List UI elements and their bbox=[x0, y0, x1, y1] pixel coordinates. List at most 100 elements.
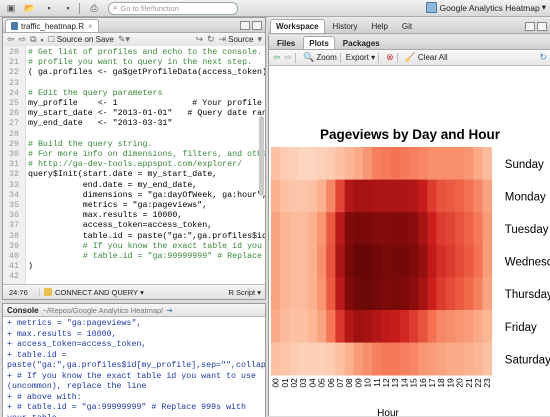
heatmap-cell bbox=[381, 212, 391, 246]
chevron-down-icon[interactable]: ▾ bbox=[257, 34, 262, 45]
heatmap-cell bbox=[372, 342, 382, 376]
wand-icon[interactable]: ✎▾ bbox=[118, 34, 130, 45]
tab-traffic-heatmap[interactable]: traffic_heatmap.R × bbox=[5, 19, 99, 32]
minimize-pane-button[interactable] bbox=[240, 21, 250, 30]
code-line[interactable]: 36 max.results = 10000, bbox=[3, 211, 265, 221]
code-text: metrics = "ga:pageviews", bbox=[28, 201, 208, 210]
tab-plots[interactable]: Plots bbox=[303, 36, 335, 49]
file-type-selector[interactable]: R Script ▾ bbox=[228, 288, 261, 297]
back-arrow-icon[interactable]: ⇦ bbox=[7, 34, 15, 45]
heatmap-cell bbox=[427, 147, 437, 180]
tab-workspace[interactable]: Workspace bbox=[270, 19, 325, 33]
code-line[interactable]: 23 bbox=[3, 79, 265, 89]
open-file-icon[interactable]: 📂 bbox=[22, 2, 38, 14]
refresh-icon[interactable]: ↻ bbox=[539, 52, 547, 63]
close-icon[interactable]: × bbox=[88, 22, 93, 31]
heatmap-cell bbox=[307, 147, 318, 180]
run-lines-icon[interactable]: ↪ bbox=[195, 34, 203, 45]
project-menu[interactable]: Google Analytics Heatmap ▾ bbox=[425, 2, 546, 13]
code-line[interactable]: 32 query$Init(start.date = my_start_date, bbox=[3, 170, 265, 180]
print-icon[interactable]: ⎙ bbox=[86, 2, 102, 14]
editor-scrollbar[interactable] bbox=[259, 116, 264, 196]
tab-files[interactable]: Files bbox=[271, 36, 301, 49]
column-label: 23 bbox=[482, 378, 492, 388]
code-line[interactable]: 28 bbox=[3, 130, 265, 140]
code-line[interactable]: 34 dimensions = "ga:dayOfWeek, ga:hour", bbox=[3, 191, 265, 201]
heatmap-cell bbox=[344, 310, 355, 343]
heatmap-cell bbox=[409, 277, 419, 311]
source-on-save-checkbox[interactable]: ☐ bbox=[48, 35, 55, 44]
console-pane: Console ~/Repos/Google Analytics Heatmap… bbox=[2, 303, 266, 417]
code-line[interactable]: 38 table.id = paste("ga:",ga.profiles$id… bbox=[3, 232, 265, 242]
heatmap-cell bbox=[445, 342, 456, 376]
go-to-directory-icon[interactable]: ➜ bbox=[166, 306, 173, 315]
code-line[interactable]: 29 # Build the query string. bbox=[3, 140, 265, 150]
save-icon[interactable]: ▪ bbox=[41, 35, 44, 45]
code-line[interactable]: 41) bbox=[3, 262, 265, 272]
source-editor-pane: traffic_heatmap.R × ⇦ ⇨ ⧉ ▪ ☐ Source on … bbox=[2, 17, 266, 300]
toolbar-divider bbox=[295, 52, 297, 63]
tab-help[interactable]: Help bbox=[365, 19, 393, 33]
heatmap-cell bbox=[298, 310, 309, 343]
tab-history[interactable]: History bbox=[327, 19, 364, 33]
heatmap-cell bbox=[326, 179, 336, 213]
code-line[interactable]: 39 # If you know the exact table id you … bbox=[3, 242, 265, 252]
heatmap-cell bbox=[445, 147, 456, 180]
tab-packages[interactable]: Packages bbox=[337, 36, 386, 49]
heatmap-cell bbox=[307, 342, 318, 376]
zoom-icon[interactable]: 🔍 bbox=[303, 52, 314, 63]
heatmap-cell bbox=[307, 212, 318, 246]
tab-git[interactable]: Git bbox=[396, 19, 418, 33]
clear-all-button[interactable]: Clear All bbox=[418, 53, 448, 62]
export-menu[interactable]: Export ▾ bbox=[346, 53, 375, 62]
heatmap-cell bbox=[363, 244, 373, 278]
code-line[interactable]: 30 # For more info on dimensions, filters… bbox=[3, 150, 265, 160]
maximize-pane-button[interactable] bbox=[537, 22, 547, 31]
code-line[interactable]: 31 # http://ga-dev-tools.appspot.com/expl… bbox=[3, 160, 265, 170]
heatmap-plot: Pageviews by Day and Hour Sunday Monday Tu… bbox=[271, 127, 550, 416]
console-output[interactable]: + metrics = "ga:pageviews", + max.result… bbox=[3, 317, 265, 417]
heatmap-cell bbox=[436, 212, 447, 246]
editor-statusbar: 24:76 CONNECT AND QUERY ▾ R Script ▾ bbox=[3, 284, 265, 299]
heatmap-cell bbox=[390, 310, 401, 343]
show-in-window-icon[interactable]: ⧉ bbox=[30, 34, 36, 45]
previous-plot-icon[interactable]: ⇦ bbox=[273, 52, 281, 63]
minimize-pane-button[interactable] bbox=[525, 22, 535, 31]
remove-plot-icon[interactable]: ⊗ bbox=[386, 52, 394, 63]
code-line[interactable]: 40 # table.id = "ga:99999999" # Replace … bbox=[3, 252, 265, 262]
forward-arrow-icon[interactable]: ⇨ bbox=[19, 34, 27, 45]
code-line[interactable]: 21 # profile you want to query in the nex… bbox=[3, 58, 265, 68]
zoom-button[interactable]: Zoom bbox=[316, 53, 336, 62]
source-button[interactable]: Source bbox=[228, 35, 253, 44]
code-line[interactable]: 25 my_profile <- 1 # Your profile number … bbox=[3, 99, 265, 109]
new-file-icon[interactable]: ▣ bbox=[3, 2, 19, 14]
heatmap-cell bbox=[473, 179, 483, 213]
function-navigator[interactable]: CONNECT AND QUERY ▾ bbox=[39, 287, 144, 297]
code-line[interactable]: 37 access_token=access_token, bbox=[3, 221, 265, 231]
source-icon[interactable]: ⇥ bbox=[219, 34, 227, 45]
code-line[interactable]: 26 my_start_date <- "2013-01-01" # Query … bbox=[3, 109, 265, 119]
heatmap-cell bbox=[436, 310, 447, 343]
code-line[interactable]: 35 metrics = "ga:pageviews", bbox=[3, 201, 265, 211]
next-plot-icon[interactable]: ⇨ bbox=[285, 52, 293, 63]
heatmap-cell bbox=[409, 147, 419, 180]
code-line[interactable]: 27 my_end_date <- "2013-03-31" bbox=[3, 119, 265, 129]
heatmap-cell bbox=[289, 342, 299, 376]
source-on-save-label: Source on Save bbox=[56, 35, 114, 44]
heatmap-cell bbox=[390, 342, 401, 376]
code-line[interactable]: 24 # Edit the query parameters bbox=[3, 89, 265, 99]
save-icon[interactable]: ▪ bbox=[41, 2, 57, 14]
maximize-pane-button[interactable] bbox=[252, 21, 262, 30]
heatmap-cell bbox=[271, 244, 281, 278]
heatmap-cell bbox=[307, 277, 318, 311]
goto-file-function-input[interactable]: ⌕ Go to file/function bbox=[108, 1, 238, 15]
code-line[interactable]: 42 bbox=[3, 272, 265, 282]
code-line[interactable]: 20 # Get list of profiles and echo to the… bbox=[3, 48, 265, 58]
code-line[interactable]: 22 ( ga.profiles <- ga$getProfileData(acc… bbox=[3, 68, 265, 78]
code-line[interactable]: 33 end.date = my_end_date, bbox=[3, 181, 265, 191]
save-all-icon[interactable]: ▪ bbox=[60, 2, 76, 14]
re-run-icon[interactable]: ↻ bbox=[207, 34, 215, 45]
broom-icon[interactable]: 🧹 bbox=[405, 52, 416, 63]
code-editor[interactable]: 20 # Get list of profiles and echo to the… bbox=[3, 46, 265, 284]
